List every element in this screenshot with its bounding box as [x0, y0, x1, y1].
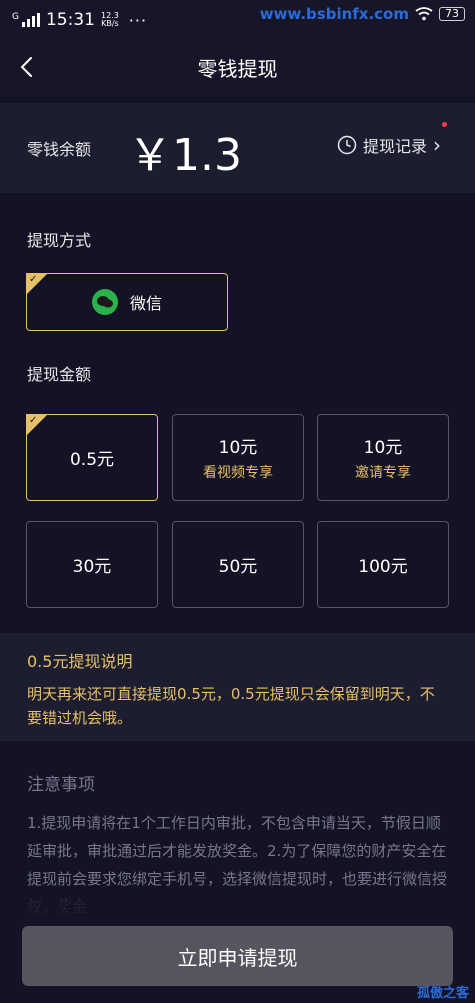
network-speed: 12.3 KB/s [100, 11, 119, 28]
battery-icon: 73 [439, 7, 465, 21]
notice-title: 0.5元提现说明 [27, 652, 133, 671]
amount-option-value: 100元 [358, 557, 408, 577]
check-icon: ✓ [29, 415, 38, 426]
amount-option-value: 50元 [218, 557, 258, 577]
signal-icon: G [12, 13, 40, 27]
page-title: 零钱提现 [197, 57, 278, 81]
amount-option-subtitle: 看视频专享 [203, 465, 273, 481]
withdraw-records-link[interactable]: 提现记录 › [337, 133, 441, 157]
withdraw-records-label: 提现记录 [362, 137, 427, 156]
amount-option-0[interactable]: ✓ 0.5元 [26, 414, 158, 501]
nav-bar: 零钱提现 [0, 40, 475, 95]
more-notifications-icon: ··· [128, 10, 148, 30]
amount-option-value: 10元 [363, 438, 403, 458]
status-right: www.bsbinfx.com 73 [260, 5, 465, 23]
status-time: 15:31 [45, 10, 95, 30]
watermark-text: www.bsbinfx.com [259, 5, 409, 23]
amount-option-1[interactable]: 10元 看视频专享 [172, 414, 304, 501]
amount-option-value: 10元 [218, 438, 258, 458]
notes-title: 注意事项 [27, 775, 95, 795]
wifi-icon [415, 7, 433, 21]
amount-option-2[interactable]: 10元 邀请专享 [317, 414, 449, 501]
withdraw-method-label: 提现方式 [27, 231, 92, 250]
amount-option-5[interactable]: 100元 [317, 521, 449, 608]
back-arrow-icon[interactable] [16, 54, 40, 80]
amount-option-subtitle: 邀请专享 [355, 465, 411, 481]
notification-dot [442, 122, 447, 127]
amount-option-3[interactable]: 30元 [26, 521, 158, 608]
notes-section: 注意事项 1.提现申请将在1个工作日内审批，不包含申请当天，节假日顺延审批，审批… [27, 770, 452, 921]
check-icon: ✓ [29, 274, 38, 285]
balance-amount: ￥1.3 [128, 130, 242, 181]
amount-option-4[interactable]: 50元 [172, 521, 304, 608]
wechat-method-label: 微信 [129, 294, 162, 313]
wechat-method-option[interactable]: ✓ 微信 [26, 273, 228, 331]
balance-label: 零钱余额 [27, 140, 92, 159]
chevron-right-icon: › [433, 133, 441, 157]
footer-watermark: 孤傲之客 [416, 986, 469, 1001]
balance-card: 零钱余额 ￥1.3 提现记录 › [0, 103, 475, 193]
withdraw-notice-box: 0.5元提现说明 明天再来还可直接提现0.5元，0.5元提现只会保留到明天，不要… [0, 633, 475, 741]
apply-withdraw-button[interactable]: 立即申请提现 [22, 926, 453, 986]
network-type: G [12, 12, 19, 22]
withdraw-amount-label: 提现金额 [27, 365, 92, 384]
clock-icon [337, 135, 357, 155]
wechat-icon [91, 289, 118, 315]
amount-option-value: 0.5元 [69, 450, 115, 470]
amount-option-value: 30元 [72, 557, 112, 577]
status-bar: G 15:31 12.3 KB/s ··· www.bsbinfx.com 73 [0, 0, 475, 40]
notice-text: 明天再来还可直接提现0.5元，0.5元提现只会保留到明天，不要错过机会哦。 [27, 685, 435, 727]
